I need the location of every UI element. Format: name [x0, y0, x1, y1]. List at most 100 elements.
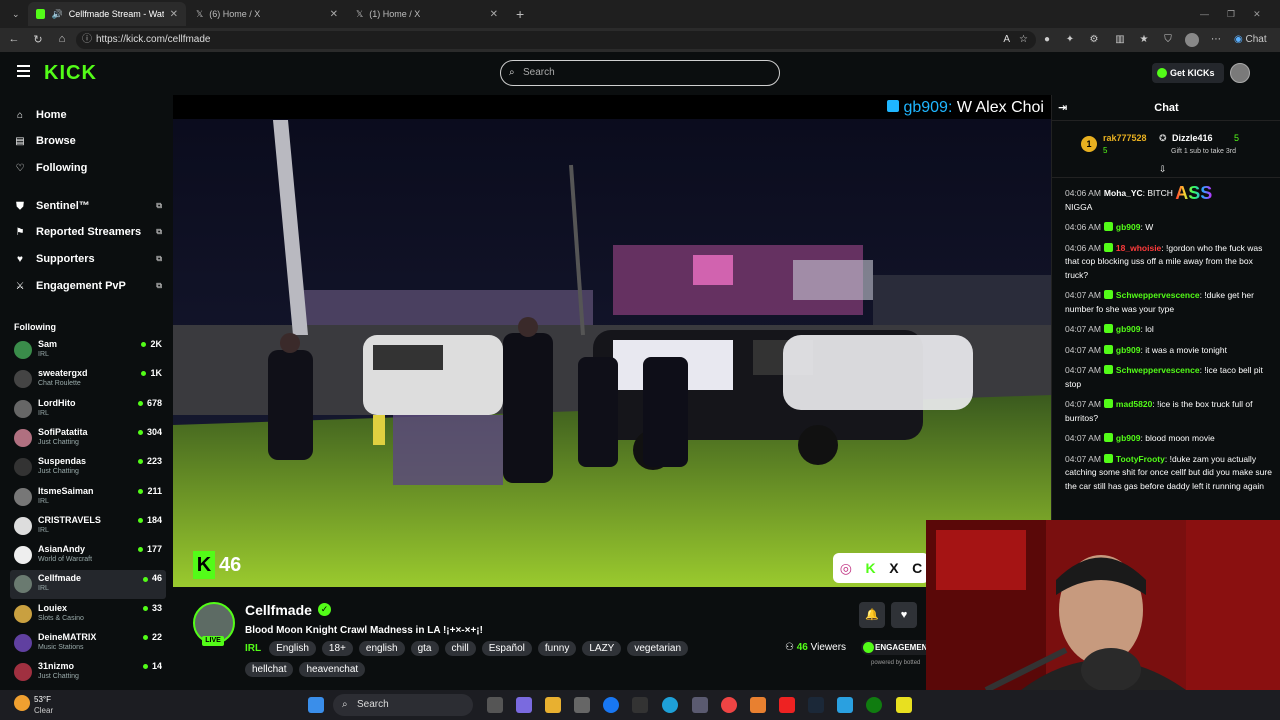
following-item[interactable]: sweatergxd Chat Roulette 1K [10, 365, 166, 394]
favorite-icon[interactable]: ☆ [1019, 31, 1028, 49]
following-item[interactable]: Sam IRL 2K [10, 336, 166, 365]
tag-chip[interactable]: Español [481, 641, 532, 656]
copilot-icon[interactable] [516, 697, 532, 713]
profile-icon[interactable] [1185, 33, 1199, 47]
collapse-chat-icon[interactable]: ⇥ [1058, 95, 1067, 121]
second-gifter-name[interactable]: Dizzle416 [1172, 133, 1213, 143]
app-icon[interactable] [837, 697, 853, 713]
file-explorer-icon[interactable] [545, 697, 561, 713]
store-icon[interactable] [574, 697, 590, 713]
tag-chip[interactable]: English [269, 641, 316, 656]
following-item[interactable]: LordHito IRL 678 [10, 395, 166, 424]
tag-chip[interactable]: vegetarian [627, 641, 689, 656]
minimize-icon[interactable]: — [1200, 9, 1209, 19]
read-aloud-icon[interactable]: A [1003, 31, 1010, 49]
external-icon: ⧉ [156, 201, 162, 210]
chat-username[interactable]: mad5820 [1116, 399, 1152, 409]
following-item[interactable]: CRISTRAVELS IRL 184 [10, 512, 166, 541]
extensions-icon[interactable]: ⚙ [1087, 33, 1101, 47]
edge-icon[interactable] [662, 697, 678, 713]
back-icon[interactable]: ← [2, 33, 26, 45]
steam-icon[interactable] [808, 697, 824, 713]
tag-chip[interactable]: LAZY [582, 641, 622, 656]
copilot-button[interactable]: ◉ Chat [1234, 33, 1274, 47]
follow-button[interactable]: ♥ [891, 602, 917, 628]
following-item[interactable]: Suspendas Just Chatting 223 [10, 453, 166, 482]
chat-username[interactable]: gb909 [1116, 222, 1141, 232]
url-field[interactable]: ⓘ https://kick.com/cellfmade A ☆ [76, 31, 1036, 49]
facebook-icon[interactable] [603, 697, 619, 713]
tag-chip[interactable]: hellchat [245, 662, 294, 677]
sidebar-item-browse[interactable]: ▤ Browse [14, 132, 164, 150]
tab-kick[interactable]: 🔊 Cellfmade Stream - Watch Liv ✕ [28, 2, 186, 26]
following-item[interactable]: AsianAndy World of Warcraft 177 [10, 541, 166, 570]
chat-username[interactable]: TootyFrooty [1116, 454, 1165, 464]
calculator-icon[interactable] [692, 697, 708, 713]
tab-x-home-6[interactable]: 𝕏 (6) Home / X ✕ [188, 2, 346, 26]
more-icon[interactable]: ⋯ [1209, 33, 1223, 47]
top-gifter-name[interactable]: rak777528 [1103, 133, 1147, 143]
extension-icon[interactable]: ● [1040, 33, 1054, 47]
xbox-icon[interactable] [866, 697, 882, 713]
app-icon[interactable] [750, 697, 766, 713]
following-item[interactable]: Louiex Slots & Casino 33 [10, 600, 166, 629]
tag-chip[interactable]: funny [537, 641, 577, 656]
amazon-icon[interactable] [632, 697, 648, 713]
maximize-icon[interactable]: ❐ [1227, 9, 1235, 20]
favorites-icon[interactable]: ★ [1137, 33, 1151, 47]
tab-x-home-1[interactable]: 𝕏 (1) Home / X ✕ [348, 2, 506, 26]
extension-icon[interactable]: ✦ [1063, 33, 1077, 47]
channel-name[interactable]: Cellfmade [245, 602, 312, 618]
expand-icon[interactable]: ⇩ [1159, 164, 1167, 175]
notes-icon[interactable] [896, 697, 912, 713]
chat-username[interactable]: Moha_YC [1104, 188, 1143, 198]
site-info-icon[interactable]: ⓘ [82, 31, 92, 49]
chat-username[interactable]: 18_whoisie [1116, 243, 1161, 253]
category-link[interactable]: IRL [245, 641, 261, 656]
search-input[interactable]: ⌕ Search [500, 60, 780, 86]
close-icon[interactable]: ✕ [170, 9, 178, 20]
tag-chip[interactable]: heavenchat [299, 662, 366, 677]
following-item[interactable]: ItsmeSaiman IRL 211 [10, 483, 166, 512]
get-kicks-button[interactable]: Get KICKs [1152, 63, 1224, 83]
tab-actions-button[interactable]: ⌄ [4, 2, 24, 26]
tag-chip[interactable]: gta [410, 641, 439, 656]
home-icon[interactable]: ⌂ [50, 33, 74, 45]
chrome-icon[interactable] [721, 697, 737, 713]
sidebar-item-home[interactable]: ⌂ Home [14, 106, 164, 124]
sidebar-item-reported-streamers[interactable]: ⚑ Reported Streamers ⧉ [14, 223, 164, 241]
following-item[interactable]: Cellfmade IRL 46 [10, 570, 166, 600]
youtube-icon[interactable] [779, 697, 795, 713]
sidebar-item-engagement-pvp[interactable]: ⚔ Engagement PvP ⧉ [14, 277, 164, 295]
tag-chip[interactable]: english [358, 641, 405, 656]
sidebar-item-following[interactable]: ♡ Following [14, 159, 164, 177]
refresh-icon[interactable]: ↻ [26, 33, 50, 46]
video-player[interactable]: gb909: W Alex Choi K 46 ◎ K X C [173, 95, 1051, 587]
chat-username[interactable]: Schweppervescence [1116, 365, 1200, 375]
close-window-icon[interactable]: ✕ [1253, 9, 1261, 20]
kick-logo[interactable]: KICK [44, 62, 97, 85]
following-item[interactable]: DeineMATRIX Music Stations 22 [10, 629, 166, 658]
chat-username[interactable]: gb909 [1116, 433, 1141, 443]
chat-username[interactable]: gb909 [1116, 324, 1141, 334]
notification-button[interactable]: 🔔 [859, 602, 885, 628]
close-icon[interactable]: ✕ [330, 9, 338, 20]
tag-chip[interactable]: chill [444, 641, 476, 656]
sidebar-item-sentinel[interactable]: ⛊ Sentinel™ ⧉ [14, 197, 164, 215]
sidebar-item-supporters[interactable]: ♥ Supporters ⧉ [14, 250, 164, 268]
chat-username[interactable]: Schweppervescence [1116, 290, 1200, 300]
taskbar-search[interactable]: ⌕ Search [333, 694, 473, 716]
tag-chip[interactable]: 18+ [321, 641, 353, 656]
user-avatar[interactable] [1230, 63, 1250, 83]
shield-icon[interactable]: ⛉ [1161, 33, 1175, 47]
chat-username[interactable]: gb909 [1116, 345, 1141, 355]
stream-tags: IRL English 18+ english gta chill Español funn… [245, 641, 715, 677]
menu-icon[interactable] [17, 65, 30, 78]
following-item[interactable]: 31nizmo Just Chatting 14 [10, 658, 166, 687]
close-icon[interactable]: ✕ [490, 9, 498, 20]
start-icon[interactable] [308, 697, 324, 713]
following-item[interactable]: SofiPatatita Just Chatting 304 [10, 424, 166, 453]
split-screen-icon[interactable]: ▥ [1113, 33, 1127, 47]
new-tab-button[interactable]: + [508, 2, 528, 26]
task-view-icon[interactable] [487, 697, 503, 713]
